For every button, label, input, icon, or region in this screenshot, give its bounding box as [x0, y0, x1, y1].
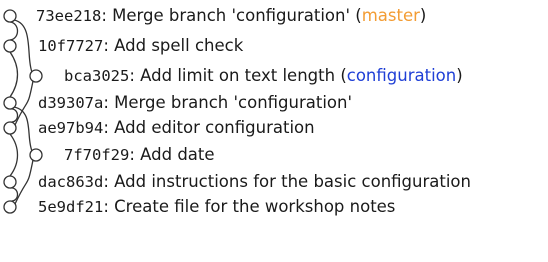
commit-node[interactable] — [3, 200, 17, 214]
commit-message: Add editor configuration — [114, 118, 315, 137]
hash-separator: : — [129, 66, 141, 85]
commit-row[interactable]: ae97b94: Add editor configuration — [38, 115, 315, 141]
hash-separator: : — [101, 6, 113, 25]
main-branch-edge — [9, 108, 19, 123]
commit-row[interactable]: d39307a: Merge branch 'configuration' — [38, 90, 352, 116]
main-branch-edge — [9, 21, 19, 41]
commit-row[interactable]: 73ee218: Merge branch 'configuration' (m… — [36, 3, 426, 29]
commit-node[interactable] — [3, 39, 17, 53]
commit-hash: 10f7727 — [38, 37, 104, 55]
commit-message: Add spell check — [114, 36, 244, 55]
commit-message: Add limit on text length — [140, 66, 336, 85]
commit-node[interactable] — [29, 148, 43, 162]
merge-edge — [14, 159, 34, 205]
commit-message: Add date — [140, 145, 215, 164]
commit-hash: 7f70f29 — [64, 146, 130, 164]
commit-message: Merge branch 'configuration' — [114, 93, 353, 112]
commit-row[interactable]: 5e9df21: Create file for the workshop no… — [38, 194, 395, 220]
commit-node[interactable] — [3, 175, 17, 189]
hash-separator: : — [129, 145, 141, 164]
commit-hash: dac863d — [38, 173, 104, 191]
merge-edge — [14, 80, 34, 126]
main-branch-edge — [9, 51, 19, 98]
branch-ref-label[interactable]: configuration — [347, 66, 456, 85]
branch-ref-label[interactable]: master — [362, 6, 420, 25]
commit-row[interactable]: dac863d: Add instructions for the basic … — [38, 169, 471, 195]
commit-row[interactable]: 10f7727: Add spell check — [38, 33, 243, 59]
hash-separator: : — [103, 93, 115, 112]
commit-message: Create file for the workshop notes — [114, 197, 396, 216]
hash-separator: : — [103, 36, 115, 55]
hash-separator: : — [103, 172, 115, 191]
commit-node[interactable] — [3, 9, 17, 23]
commit-hash: 5e9df21 — [38, 198, 104, 216]
commit-node[interactable] — [3, 121, 17, 135]
commit-node[interactable] — [3, 96, 17, 110]
main-branch-edge — [9, 187, 19, 202]
hash-separator: : — [103, 197, 115, 216]
commit-hash: bca3025 — [64, 67, 130, 85]
branch-ref: (master) — [350, 6, 427, 25]
commit-hash: 73ee218 — [36, 7, 102, 25]
commit-hash: d39307a — [38, 94, 104, 112]
hash-separator: : — [103, 118, 115, 137]
main-branch-edge — [9, 133, 19, 177]
commit-node[interactable] — [29, 69, 43, 83]
commit-hash: ae97b94 — [38, 119, 104, 137]
commit-message: Merge branch 'configuration' — [112, 6, 351, 25]
commit-row[interactable]: 7f70f29: Add date — [64, 142, 215, 168]
branch-ref: (configuration) — [335, 66, 463, 85]
commit-message: Add instructions for the basic configura… — [114, 172, 471, 191]
commit-row[interactable]: bca3025: Add limit on text length (confi… — [64, 63, 463, 89]
